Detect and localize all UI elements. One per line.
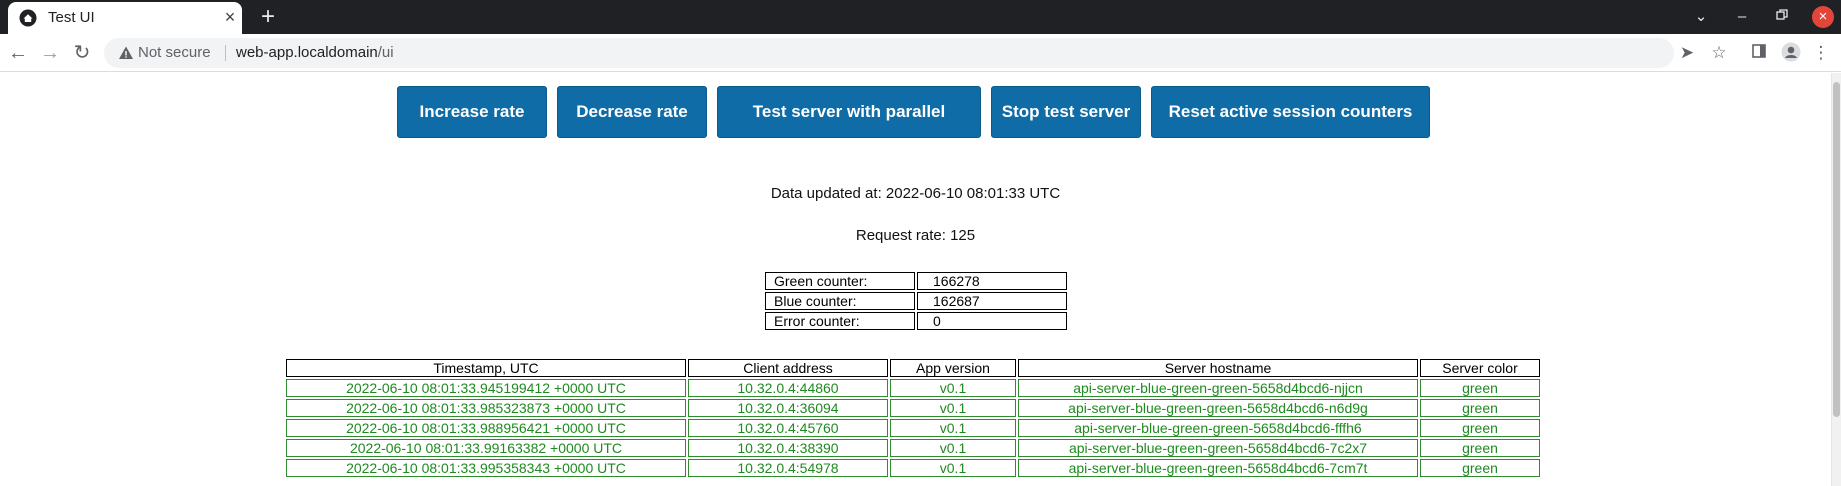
profile-avatar-icon[interactable] xyxy=(1780,42,1802,64)
data-updated-text: Data updated at: 2022-06-10 08:01:33 UTC xyxy=(770,185,1061,202)
tab-title: Test UI xyxy=(48,9,95,26)
menu-kebab-icon[interactable]: ⋮ xyxy=(1810,42,1832,64)
cell-server-color: green xyxy=(1420,379,1540,397)
counter-value: 162687 xyxy=(917,292,1067,310)
cell-app-version: v0.1 xyxy=(890,379,1016,397)
cell-client-address: 10.32.0.4:54978 xyxy=(688,459,888,477)
restore-icon[interactable] xyxy=(1771,6,1793,28)
cell-timestamp: 2022-06-10 08:01:33.945199412 +0000 UTC xyxy=(286,379,686,397)
address-bar[interactable]: Not secure web-app.localdomain/ui xyxy=(104,38,1674,68)
page-content: Increase rate Decrease rate Test server … xyxy=(0,73,1831,486)
column-header-timestamp: Timestamp, UTC xyxy=(286,359,686,377)
column-header-server-color: Server color xyxy=(1420,359,1540,377)
url-host: web-app.localdomain xyxy=(236,44,378,61)
counter-value: 166278 xyxy=(917,272,1067,290)
cell-timestamp: 2022-06-10 08:01:33.985323873 +0000 UTC xyxy=(286,399,686,417)
cell-client-address: 10.32.0.4:36094 xyxy=(688,399,888,417)
send-icon[interactable]: ➤ xyxy=(1676,42,1698,64)
cell-server-color: green xyxy=(1420,419,1540,437)
parallel-requests-button[interactable]: Test server with parallel requests xyxy=(717,86,981,171)
cell-client-address: 10.32.0.4:45760 xyxy=(688,419,888,437)
warning-icon[interactable] xyxy=(118,45,134,61)
new-tab-icon[interactable]: + xyxy=(256,4,280,30)
reload-icon[interactable]: ↻ xyxy=(70,41,94,65)
table-row: 2022-06-10 08:01:33.988956421 +0000 UTC … xyxy=(286,419,1540,437)
counter-label: Green counter: xyxy=(765,272,915,290)
url-path: /ui xyxy=(377,44,394,61)
tab-search-icon[interactable]: ⌄ xyxy=(1690,6,1712,28)
decrease-rate-button[interactable]: Decrease rate xyxy=(557,86,707,138)
table-row: 2022-06-10 08:01:33.995358343 +0000 UTC … xyxy=(286,459,1540,477)
cell-app-version: v0.1 xyxy=(890,459,1016,477)
cell-server-color: green xyxy=(1420,399,1540,417)
counter-row-blue: Blue counter: 162687 xyxy=(765,292,1067,310)
url-text[interactable]: web-app.localdomain/ui xyxy=(236,44,394,62)
back-icon[interactable]: ← xyxy=(6,41,30,65)
browser-toolbar: ← → ↻ Not secure web-app.localdomain/ui … xyxy=(0,34,1841,72)
browser-tab[interactable]: Test UI × xyxy=(8,2,242,34)
column-header-client-address: Client address xyxy=(688,359,888,377)
table-row: 2022-06-10 08:01:33.99163382 +0000 UTC 1… xyxy=(286,439,1540,457)
table-row: 2022-06-10 08:01:33.985323873 +0000 UTC … xyxy=(286,399,1540,417)
tab-close-icon[interactable]: × xyxy=(222,8,238,26)
cell-server-color: green xyxy=(1420,459,1540,477)
cell-timestamp: 2022-06-10 08:01:33.995358343 +0000 UTC xyxy=(286,459,686,477)
counter-value: 0 xyxy=(917,312,1067,330)
cell-app-version: v0.1 xyxy=(890,419,1016,437)
scrollbar-thumb[interactable] xyxy=(1833,82,1840,417)
table-row: 2022-06-10 08:01:33.945199412 +0000 UTC … xyxy=(286,379,1540,397)
address-separator xyxy=(225,45,226,61)
cell-server-hostname: api-server-blue-green-green-5658d4bcd6-7… xyxy=(1018,459,1418,477)
cell-server-color: green xyxy=(1420,439,1540,457)
counter-row-error: Error counter: 0 xyxy=(765,312,1067,330)
forward-icon[interactable]: → xyxy=(38,41,62,65)
counter-label: Error counter: xyxy=(765,312,915,330)
column-header-server-hostname: Server hostname xyxy=(1018,359,1418,377)
cell-server-hostname: api-server-blue-green-green-5658d4bcd6-7… xyxy=(1018,439,1418,457)
home-icon xyxy=(19,9,37,27)
counter-row-green: Green counter: 166278 xyxy=(765,272,1067,290)
cell-server-hostname: api-server-blue-green-green-5658d4bcd6-n… xyxy=(1018,399,1418,417)
cell-server-hostname: api-server-blue-green-green-5658d4bcd6-f… xyxy=(1018,419,1418,437)
cell-server-hostname: api-server-blue-green-green-5658d4bcd6-n… xyxy=(1018,379,1418,397)
reset-counters-button[interactable]: Reset active session counters data xyxy=(1151,86,1430,171)
cell-client-address: 10.32.0.4:38390 xyxy=(688,439,888,457)
minimize-icon[interactable]: – xyxy=(1731,6,1753,28)
counter-label: Blue counter: xyxy=(765,292,915,310)
cell-app-version: v0.1 xyxy=(890,439,1016,457)
request-rate-text: Request rate: 125 xyxy=(855,227,976,244)
table-header-row: Timestamp, UTC Client address App versio… xyxy=(286,359,1540,377)
requests-table: Timestamp, UTC Client address App versio… xyxy=(284,357,1542,479)
security-label[interactable]: Not secure xyxy=(138,44,211,62)
column-header-app-version: App version xyxy=(890,359,1016,377)
cell-timestamp: 2022-06-10 08:01:33.988956421 +0000 UTC xyxy=(286,419,686,437)
increase-rate-button[interactable]: Increase rate xyxy=(397,86,547,138)
stop-test-server-button[interactable]: Stop test server xyxy=(991,86,1141,138)
bookmark-star-icon[interactable]: ☆ xyxy=(1708,42,1730,64)
cell-app-version: v0.1 xyxy=(890,399,1016,417)
browser-tab-bar: Test UI × + ⌄ – × xyxy=(0,0,1841,34)
cell-timestamp: 2022-06-10 08:01:33.99163382 +0000 UTC xyxy=(286,439,686,457)
cell-client-address: 10.32.0.4:44860 xyxy=(688,379,888,397)
counters-table: Green counter: 166278 Blue counter: 1626… xyxy=(763,270,1069,332)
window-close-icon[interactable]: × xyxy=(1812,6,1834,28)
side-panel-icon[interactable] xyxy=(1748,42,1770,64)
